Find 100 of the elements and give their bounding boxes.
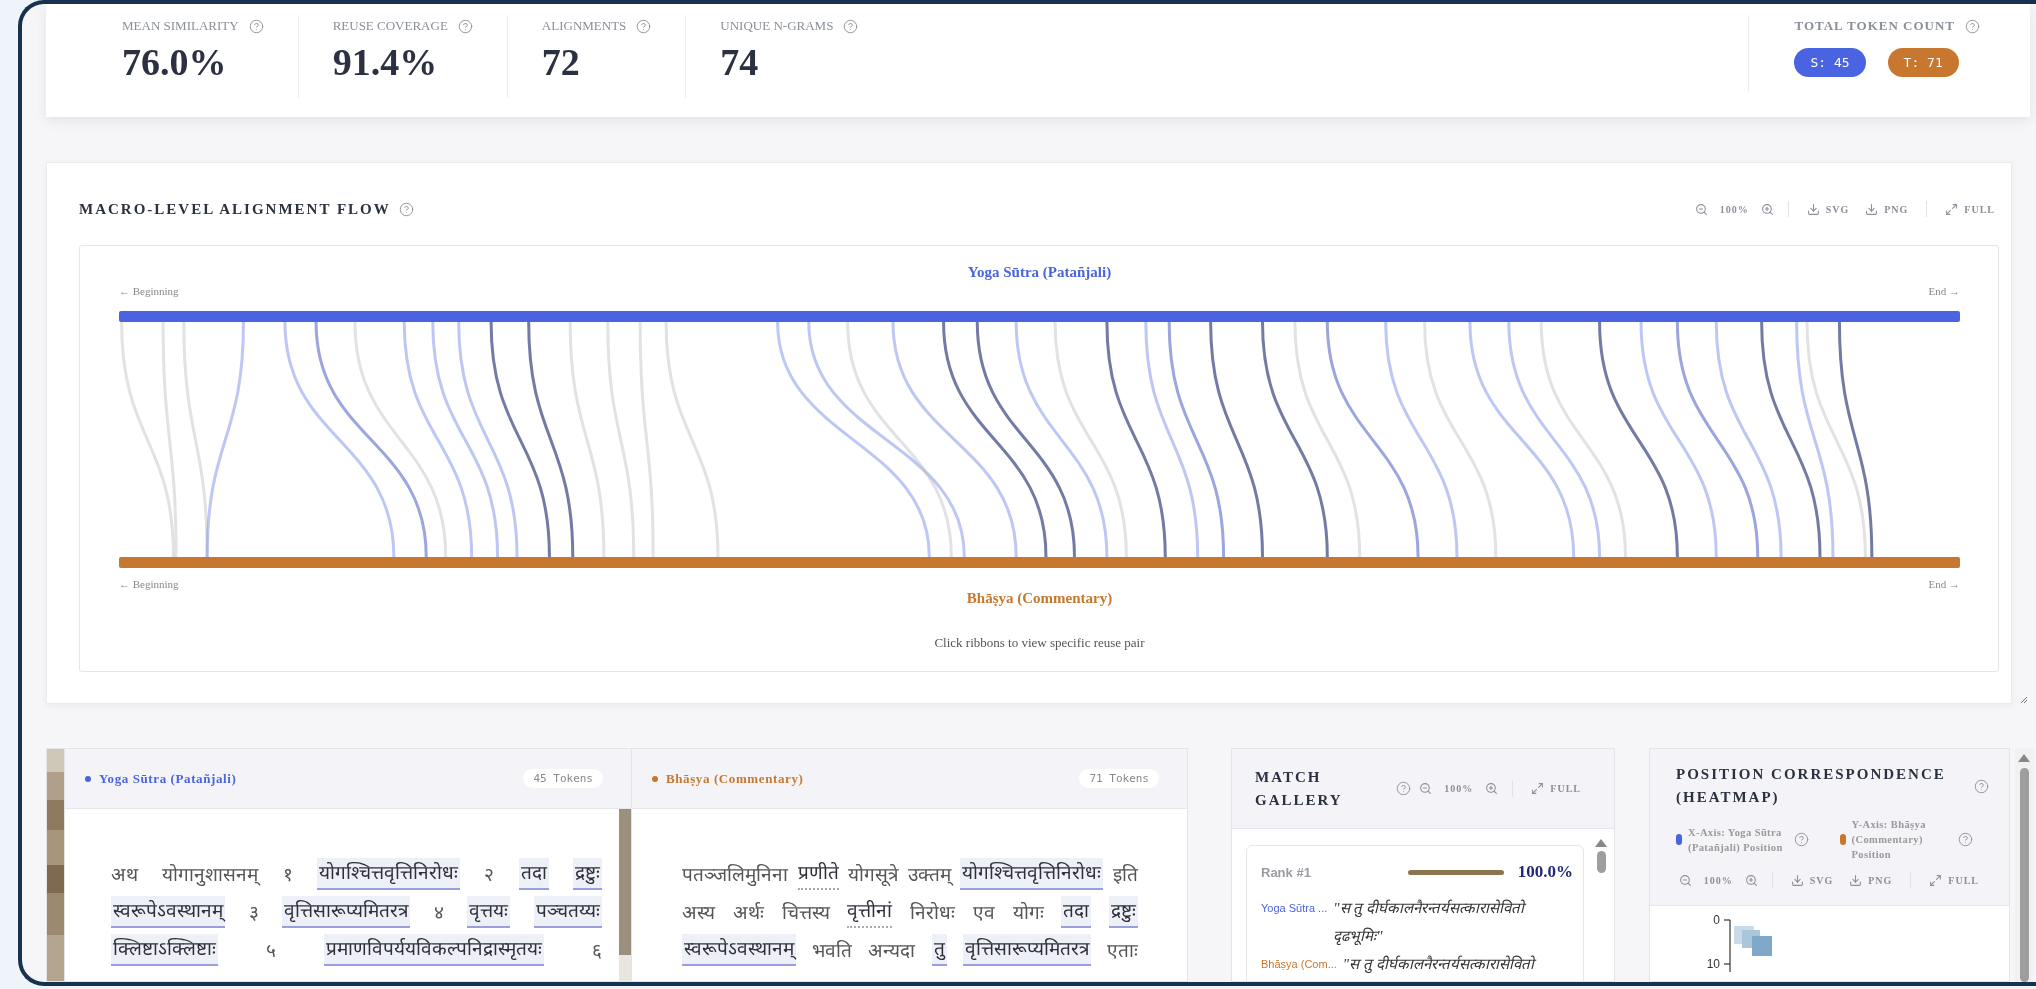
beginning-label: ← Beginning [119,285,179,297]
matched-phrase[interactable]: योगश्चित्तवृत्तिनिरोधः [317,858,460,890]
word: एव [972,901,995,925]
section-title: POSITION CORRESPONDENCE (HEATMAP) [1676,765,1947,807]
target-label: Bhāṣya (Com... [1261,957,1337,972]
source-quote: "स तु दीर्घकालनैरन्तर्यसत्कारासेवितो दृढभूमिः" [1333,898,1528,947]
similarity-score: 100.0% [1517,862,1573,882]
download-icon [1790,873,1804,887]
matched-phrase[interactable]: तदा [1061,896,1092,928]
word: ४ [433,901,444,925]
matched-phrase[interactable]: वृत्तिसारूप्यमितरत्र [962,934,1091,966]
matched-phrase[interactable]: वृत्तिसारूप्यमितरत्र [282,896,411,928]
zoom-in-button[interactable] [1760,202,1774,216]
end-label: End → [1928,285,1960,297]
panel-title: Bhāṣya (Commentary) [666,770,804,787]
stat-label: ALIGNMENTS [541,18,627,34]
help-icon[interactable] [636,18,652,34]
help-icon[interactable] [248,18,264,34]
word: अस्य [682,901,715,925]
word: एताः [1106,939,1138,963]
zoom-level: 100% [1444,783,1474,794]
panel-title: Yoga Sūtra (Patañjali) [99,770,237,787]
matched-phrase[interactable]: स्वरूपेऽवस्थानम् [111,896,225,928]
token-count-badge: S: 45 [1794,48,1866,77]
matched-phrase[interactable]: स्वरूपेऽवस्थानम् [682,934,796,966]
word: चित्तस्य [781,901,830,925]
expand-icon [1531,782,1545,795]
word: अथ [111,863,138,887]
matched-phrase[interactable]: द्रष्टुः [1109,896,1138,928]
heatmap-cells-drawing [1734,926,1772,956]
download-icon [1865,202,1879,216]
zoom-out-button[interactable] [1694,202,1708,216]
zoom-out-button[interactable] [1419,782,1433,795]
word: निरोधः [910,901,955,925]
word: योगः [1012,901,1044,925]
token-count-badge: T: 71 [1887,48,1959,77]
stat-label: MEAN SIMILARITY [122,18,239,34]
zoom-level: 100% [1703,874,1733,886]
section-title: MACRO-LEVEL ALIGNMENT FLOW [79,200,391,218]
y-axis [1723,919,1731,972]
download-icon [1849,873,1863,887]
source-text-name: Yoga Sūtra (Patañjali) [967,264,1112,281]
legend-label: X-Axis: Yoga Sūtra (Patañjali) Position [1688,825,1784,855]
axis-tick-label: 10 [1706,957,1720,971]
help-icon[interactable] [1396,781,1412,796]
help-icon[interactable] [1974,778,1989,794]
word: ३ [248,901,259,925]
matched-phrase[interactable]: तु [931,934,947,966]
word: १ [282,863,293,887]
word: योगानुशासनम् [162,863,259,887]
expand-icon [1929,873,1943,887]
scrollbar[interactable] [619,809,631,981]
matched-phrase[interactable]: प्रमाणविपर्ययविकल्पनिद्रास्मृतयः [324,934,544,966]
help-icon[interactable] [1965,18,1980,34]
matched-phrase[interactable]: पञ्चतय्यः [533,896,602,928]
zoom-level: 100% [1719,203,1749,215]
scrollbar[interactable] [1596,839,1606,873]
section-title: MATCH GALLERY [1255,767,1344,810]
matched-phrase[interactable]: योगश्चित्तवृत्तिनिरोधः [960,858,1104,890]
stat-label: TOTAL TOKEN COUNT [1794,18,1955,34]
rank-label: Rank #1 [1261,864,1311,880]
stat-label: UNIQUE N-GRAMS [720,18,834,34]
word: २ [484,863,495,887]
hint-text: Click ribbons to view specific reuse pair [934,635,1145,651]
help-icon[interactable] [398,201,414,217]
partial-match-word[interactable]: प्रणीते [797,858,839,890]
partial-match-word[interactable]: वृत्तीनां [847,896,893,928]
scrollbar[interactable] [2015,748,2033,982]
expand-icon [1945,202,1959,216]
help-icon[interactable] [1794,832,1809,847]
stat-value: 74 [720,40,760,84]
zoom-in-button[interactable] [1485,782,1499,795]
matched-phrase[interactable]: वृत्तयः [467,896,511,928]
word: ६ [592,939,602,963]
word: पतञ्जलिमुनिना [682,863,788,887]
word: भवति [812,939,853,963]
stat-value: 76.0% [122,40,228,84]
end-label: End → [1928,578,1960,590]
beginning-label: ← Beginning [119,578,179,590]
matched-phrase[interactable]: तदा [518,858,549,890]
matched-phrase[interactable]: द्रष्टुः [572,858,602,890]
match-card[interactable]: Rank #1 100.0% Yoga Sūtra ... "स तु दीर्घकालनैरन्तर्यसत्कारासेवितो दृढभूमिः" Bhāṣya (Com... "स तु दीर्घकालनैरन्तर्यसत्कारासेवितो [1246,845,1584,982]
stat-value: 72 [541,40,581,84]
legend-label: Y-Axis: Bhāṣya (Commentary) Position [1851,818,1927,862]
resize-grip-icon[interactable] [2020,696,2028,704]
help-icon[interactable] [843,18,859,34]
source-label: Yoga Sūtra ... [1261,901,1328,916]
help-icon[interactable] [1957,832,1973,847]
word: योगसूत्रे [848,863,899,887]
zoom-out-button[interactable] [1678,873,1692,887]
stat-label: REUSE COVERAGE [332,18,448,34]
word: अर्थः [732,901,764,925]
token-count-badge: 71 Tokens [1079,769,1159,788]
stat-value: 91.4% [332,40,439,84]
zoom-in-button[interactable] [1744,873,1758,887]
target-text-name: Bhāṣya (Commentary) [966,590,1113,607]
help-icon[interactable] [457,18,473,34]
download-icon [1806,202,1820,216]
matched-phrase[interactable]: क्लिष्टाऽक्लिष्टाः [111,934,218,966]
word: इति [1112,863,1138,887]
